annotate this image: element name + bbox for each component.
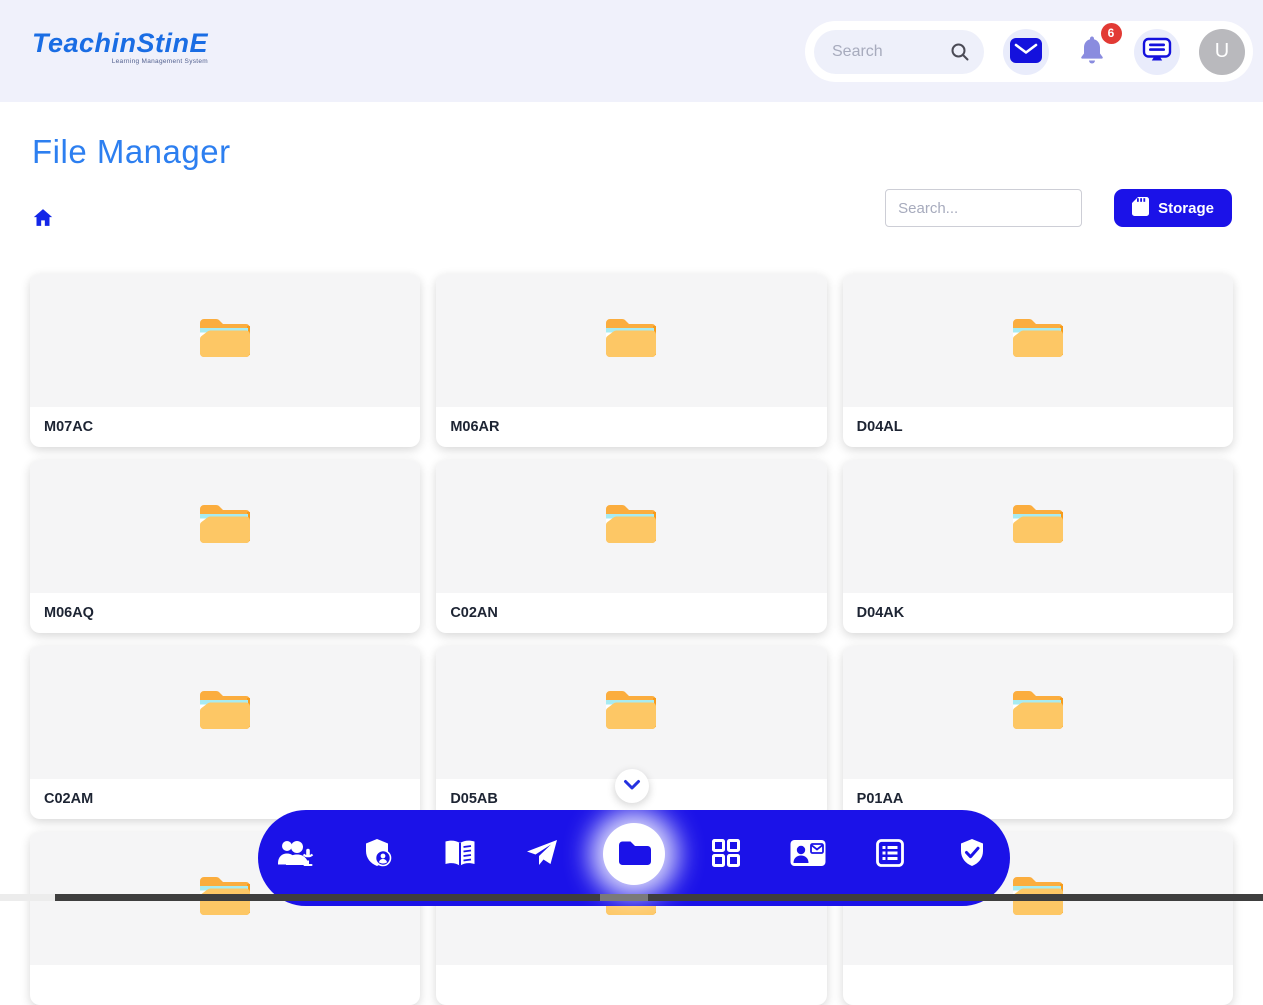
shield-user-icon — [362, 837, 394, 872]
app-logo[interactable]: TeachinStinE Learning Management System — [32, 30, 208, 66]
scroll-down-button[interactable] — [615, 769, 649, 803]
avatar[interactable]: U — [1199, 29, 1245, 75]
chat-board-button[interactable] — [1134, 29, 1180, 75]
storage-button-label: Storage — [1158, 200, 1214, 217]
storage-button[interactable]: Storage — [1114, 189, 1232, 227]
nav-contact-card[interactable] — [787, 833, 829, 875]
home-icon — [33, 215, 53, 230]
folder-name: D04AL — [843, 407, 1233, 447]
header-actions: 6 U — [805, 21, 1253, 82]
file-search-input[interactable] — [885, 189, 1082, 227]
nav-shield-user[interactable] — [357, 833, 399, 875]
folder-name: D04AK — [843, 593, 1233, 633]
folder-name: M06AR — [436, 407, 826, 447]
folder-name — [30, 965, 420, 1005]
header-search — [814, 30, 984, 74]
folder-card[interactable]: M06AR — [436, 274, 826, 447]
folder-card[interactable]: C02AN — [436, 460, 826, 633]
folder-icon — [602, 501, 660, 552]
search-icon[interactable] — [949, 41, 971, 68]
nav-shield-check[interactable] — [951, 833, 993, 875]
mail-icon — [1009, 37, 1043, 67]
bottom-navigation — [258, 810, 1010, 906]
folder-icon — [196, 687, 254, 738]
nav-open-book[interactable] — [439, 833, 481, 875]
folder-icon — [196, 501, 254, 552]
folder-name: M06AQ — [30, 593, 420, 633]
folder-icon — [1009, 501, 1067, 552]
bottom-scrollbar[interactable] — [55, 894, 1263, 901]
list-records-icon — [875, 838, 905, 871]
page-title: File Manager — [32, 133, 231, 171]
shield-check-icon — [956, 837, 988, 872]
file-toolbar: Storage — [885, 189, 1232, 227]
bottom-edge-left — [0, 894, 55, 901]
chat-board-icon — [1142, 37, 1172, 66]
open-book-icon — [442, 838, 478, 871]
folder-name: C02AN — [436, 593, 826, 633]
logo-tagline: Learning Management System — [32, 59, 208, 66]
folder-card[interactable]: D04AK — [843, 460, 1233, 633]
folder-card[interactable]: M06AQ — [30, 460, 420, 633]
folder-name — [843, 965, 1233, 1005]
folder-card[interactable]: D04AL — [843, 274, 1233, 447]
folder-icon — [602, 315, 660, 366]
breadcrumb-home-button[interactable] — [33, 208, 53, 230]
top-header: TeachinStinE Learning Management System … — [0, 0, 1263, 102]
chevron-down-icon — [623, 779, 641, 794]
nav-list-records[interactable] — [869, 833, 911, 875]
nav-users-voice[interactable] — [275, 833, 317, 875]
nav-file-manager[interactable] — [603, 823, 665, 885]
send-plane-icon — [525, 838, 559, 871]
folder-card[interactable]: C02AM — [30, 646, 420, 819]
apps-grid-icon — [711, 838, 741, 871]
folder-name: M07AC — [30, 407, 420, 447]
folder-card[interactable]: P01AA — [843, 646, 1233, 819]
nav-apps-grid[interactable] — [705, 833, 747, 875]
notifications-button[interactable]: 6 — [1069, 29, 1115, 75]
users-voice-icon — [276, 837, 316, 872]
folder-icon — [196, 315, 254, 366]
folder-name — [436, 965, 826, 1005]
avatar-initial: U — [1215, 40, 1229, 63]
folder-icon — [617, 839, 651, 870]
contact-card-icon — [789, 838, 827, 871]
scrollbar-thumb[interactable] — [600, 894, 648, 901]
logo-text: TeachinStinE — [32, 28, 208, 58]
mail-button[interactable] — [1003, 29, 1049, 75]
folder-card[interactable]: M07AC — [30, 274, 420, 447]
nav-send[interactable] — [521, 833, 563, 875]
notification-badge: 6 — [1101, 23, 1122, 44]
folder-icon — [1009, 315, 1067, 366]
folder-icon — [602, 687, 660, 738]
sd-card-icon — [1132, 196, 1149, 220]
folder-icon — [1009, 687, 1067, 738]
